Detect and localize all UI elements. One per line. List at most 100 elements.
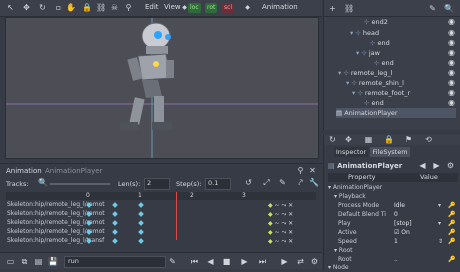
prop-value[interactable]: 0 xyxy=(394,210,398,219)
animation-menu[interactable]: Animation xyxy=(262,3,298,11)
pan-icon[interactable]: ✋ xyxy=(66,3,76,12)
length-input[interactable]: 2 xyxy=(144,178,170,190)
play-back-icon[interactable]: ◀ xyxy=(206,257,215,266)
scl-toggle[interactable]: scl xyxy=(222,3,235,13)
step-input[interactable]: 0.1 xyxy=(205,178,231,190)
lock-icon[interactable]: 🔒 xyxy=(82,3,92,12)
skeleton-icon[interactable]: ☠ xyxy=(110,3,119,12)
duplicate-icon[interactable]: ⧉ xyxy=(20,257,29,266)
key-insert-icon[interactable]: ◆ xyxy=(243,3,252,12)
rot-toggle[interactable]: rot xyxy=(205,3,218,13)
key-icon[interactable]: 🔑 xyxy=(448,237,455,246)
tree-node[interactable]: ▾ ⊹ remote_leg_l xyxy=(338,68,392,78)
edit-menu[interactable]: Edit xyxy=(145,3,159,11)
prop-speed[interactable]: Speed 1 ⇕ 🔑 xyxy=(338,237,458,246)
lock-icon[interactable]: 🔒 xyxy=(384,135,394,144)
prop-play[interactable]: Play [stop] ▾ 🔑 xyxy=(338,219,458,228)
history-icon[interactable]: ⟲ xyxy=(424,135,433,144)
load-icon[interactable]: ▤ xyxy=(34,257,43,266)
dropdown-icon[interactable]: ▾ xyxy=(438,201,441,210)
robot-sprite[interactable] xyxy=(120,22,174,130)
visibility-eye-icon[interactable]: ◉ xyxy=(448,48,455,57)
add-node-icon[interactable]: + xyxy=(328,4,337,13)
tree-node[interactable]: ⊹ end2 xyxy=(364,17,388,27)
track-control-row[interactable]: ◆ ~ ⤳ ✕ xyxy=(268,210,293,219)
filter-icon[interactable]: ⚑ xyxy=(404,135,413,144)
spinner-icon[interactable]: ⇕ xyxy=(438,237,443,246)
bone-icon[interactable]: ⚲ xyxy=(124,3,133,12)
pin-icon[interactable]: ⚲ xyxy=(296,166,305,175)
loc-toggle[interactable]: loc xyxy=(188,3,201,13)
edit-icon[interactable]: ✎ xyxy=(168,257,177,266)
tree-node[interactable]: ▾ ⊹ head xyxy=(350,28,379,38)
settings-icon[interactable]: ⚙ xyxy=(310,257,319,266)
canvas-viewport[interactable] xyxy=(5,17,319,159)
expand-icon[interactable]: ⤢ xyxy=(262,178,271,187)
tree-node[interactable]: ⊹ end xyxy=(370,38,390,48)
key-icon[interactable]: 🔑 xyxy=(448,201,455,210)
grid-icon[interactable]: ▦ xyxy=(364,135,373,144)
autoplay-icon[interactable]: ▶ xyxy=(280,257,289,266)
visibility-eye-icon[interactable]: ◉ xyxy=(448,58,455,67)
tree-node-selected[interactable]: ▤ AnimationPlayer xyxy=(336,108,456,118)
prop-active[interactable]: Active ☑ On 🔑 xyxy=(338,228,458,237)
save-icon[interactable]: 💾 xyxy=(48,257,58,266)
key-icon[interactable]: 🔑 xyxy=(448,210,455,219)
refresh-icon[interactable]: ↻ xyxy=(328,135,337,144)
track-controls[interactable]: ◆ ~ ⤳ ✕ ◆ ~ ⤳ ✕ ◆ ~ ⤳ ✕ ◆ ~ ⤳ ✕ ◆ ~ ⤳ ✕ xyxy=(268,201,293,246)
key-icon[interactable]: 🔑 xyxy=(448,219,455,228)
prop-value[interactable]: Idle xyxy=(394,201,405,210)
visibility-eye-icon[interactable]: ◉ xyxy=(448,98,455,107)
prop-default-blend[interactable]: Default Blend Ti 0 🔑 xyxy=(338,210,458,219)
new-animation-icon[interactable]: ▭ xyxy=(6,257,15,266)
zoom-slider[interactable] xyxy=(50,183,110,185)
move-icon[interactable]: ✥ xyxy=(344,135,353,144)
timeline-ruler[interactable]: 0 1 2 3 xyxy=(6,192,316,200)
visibility-eye-icon[interactable]: ◉ xyxy=(448,17,455,26)
prop-process-mode[interactable]: Process Mode Idle ▾ 🔑 xyxy=(338,201,458,210)
dropdown-icon[interactable]: ▾ xyxy=(438,219,441,228)
view-menu[interactable]: View xyxy=(164,3,181,11)
section-animationplayer[interactable]: ▾ AnimationPlayer xyxy=(328,183,458,192)
scale-icon[interactable]: ▫ xyxy=(54,3,63,12)
tab-inspector[interactable]: Inspector xyxy=(334,147,368,157)
tree-node[interactable]: ▾ ⊹ remote_foot_r xyxy=(352,88,410,98)
blend-icon[interactable]: ⇄ xyxy=(296,257,305,266)
group-icon[interactable]: ⛓ xyxy=(96,3,106,12)
tree-node[interactable]: ⊹ end xyxy=(364,98,384,108)
tree-node[interactable]: ▾ ⊹ jaw xyxy=(356,48,380,58)
tree-node[interactable]: ▾ ⊹ remote_shin_l xyxy=(346,78,404,88)
loop-icon[interactable]: ↺ xyxy=(244,178,253,187)
prop-value[interactable]: ☑ On xyxy=(394,228,410,237)
link-icon[interactable]: ⛓ xyxy=(344,4,354,13)
prop-value[interactable]: [stop] xyxy=(394,219,412,228)
visibility-eye-icon[interactable]: ◉ xyxy=(448,78,455,87)
visibility-eye-icon[interactable]: ◉ xyxy=(448,68,455,77)
stop-icon[interactable]: ■ xyxy=(222,257,231,266)
play-backwards-icon[interactable]: ⏮ xyxy=(190,257,199,266)
section-root[interactable]: ▾ Root xyxy=(334,246,460,255)
gear-icon[interactable]: ⚙ xyxy=(446,161,455,170)
visibility-eye-icon[interactable]: ◉ xyxy=(448,88,455,97)
move-icon[interactable]: ✥ xyxy=(22,3,31,12)
visibility-eye-icon[interactable]: ◉ xyxy=(448,28,455,37)
wrench-icon[interactable]: 🔧 xyxy=(309,178,319,187)
track-control-row[interactable]: ◆ ~ ⤳ ✕ xyxy=(268,237,293,246)
search-icon[interactable]: 🔍 xyxy=(444,4,454,13)
animation-select[interactable]: run xyxy=(64,256,166,268)
forward-icon[interactable]: ▶ xyxy=(432,161,441,170)
prop-value[interactable]: 1 xyxy=(394,237,398,246)
edit-pencil-icon[interactable]: ✎ xyxy=(278,178,287,187)
play-from-start-icon[interactable]: ⏭ xyxy=(258,257,267,266)
track-control-row[interactable]: ◆ ~ ⤳ ✕ xyxy=(268,201,293,210)
key-icon[interactable]: 🔑 xyxy=(448,228,455,237)
script-icon[interactable]: ✎ xyxy=(428,4,437,13)
rotate-icon[interactable]: ↻ xyxy=(38,3,47,12)
tree-node[interactable]: ⊹ end xyxy=(374,58,394,68)
track-control-row[interactable]: ◆ ~ ⤳ ✕ xyxy=(268,228,293,237)
bezier-icon[interactable]: ⤤ xyxy=(296,178,305,187)
tab-filesystem[interactable]: FileSystem xyxy=(370,147,410,157)
select-icon[interactable]: ↖ xyxy=(6,3,15,12)
track-control-row[interactable]: ◆ ~ ⤳ ✕ xyxy=(268,219,293,228)
visibility-eye-icon[interactable]: ◉ xyxy=(448,38,455,47)
